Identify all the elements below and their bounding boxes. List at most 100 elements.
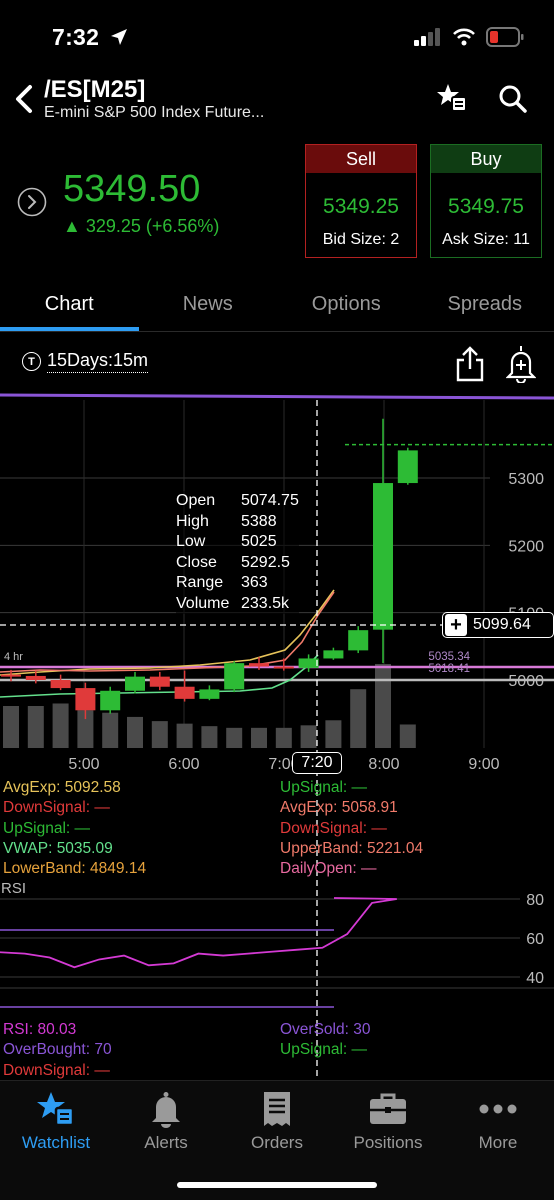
indicator-value: UpperBand: 5221.04 — [280, 839, 423, 859]
candle-body — [397, 450, 418, 484]
indicator-value: LowerBand: 4849.14 — [3, 859, 146, 879]
tooltip-row: Open 5074.75 — [176, 491, 299, 512]
volume-bar — [201, 726, 218, 748]
add-to-watchlist-button[interactable] — [436, 82, 468, 114]
crosshair-price-label[interactable]: + 5099.64 — [442, 612, 554, 638]
sell-button[interactable]: Sell 5349.25 Bid Size: 2 — [305, 144, 417, 258]
candle-body — [50, 680, 71, 689]
indicator-label: DownSignal: — [3, 1061, 95, 1079]
indicator-label: UpSignal: — [280, 779, 352, 796]
tooltip-value: 233.5k — [241, 594, 290, 612]
tab-alerts[interactable]: Alerts — [111, 1089, 221, 1153]
ohlc-tooltip: Open 5074.75 High 5388 Low 5025 Close 5292.5 Ran… — [176, 491, 299, 614]
indicator-number: 5221.04 — [367, 839, 424, 857]
session-label: 4 hr — [4, 651, 23, 663]
share-button[interactable] — [454, 345, 486, 383]
indicator-label: DownSignal: — [3, 799, 95, 817]
indicator-number: — — [360, 860, 377, 878]
tab-news[interactable]: News — [139, 280, 278, 331]
tab-spreads[interactable]: Spreads — [416, 280, 554, 331]
candle-body — [174, 686, 195, 699]
indicator-value: DailyOpen: — — [280, 859, 423, 879]
candle-body — [273, 666, 294, 669]
tooltip-label: Close — [176, 553, 217, 571]
tab-orders[interactable]: Orders — [222, 1089, 332, 1153]
candle-body — [25, 675, 46, 680]
tab-chart[interactable]: Chart — [0, 280, 139, 331]
tooltip-row: High 5388 — [176, 512, 299, 533]
indicator-value: DownSignal: — — [3, 1061, 112, 1081]
watchlist-star-icon — [37, 1092, 75, 1127]
indicator-label: DownSignal: — [280, 819, 372, 837]
candle-body — [1, 674, 21, 677]
indicator-label: AvgExp: — [3, 779, 65, 796]
add-order-icon: + — [445, 614, 467, 636]
candle-body — [298, 658, 319, 668]
indicator-number: 5035.09 — [56, 839, 113, 857]
tab-positions[interactable]: Positions — [333, 1089, 443, 1153]
indicator-value: OverSold: 30 — [280, 1020, 370, 1040]
home-indicator — [177, 1182, 377, 1188]
y-tick-label: 5300 — [508, 471, 544, 488]
expand-quote-button[interactable] — [17, 187, 47, 217]
tooltip-value: 5388 — [241, 512, 277, 530]
back-button[interactable] — [12, 84, 40, 114]
ellipsis-icon — [479, 1104, 517, 1114]
candle-body — [100, 690, 121, 711]
tooltip-label: Open — [176, 492, 216, 509]
indicator-number: — — [94, 799, 110, 817]
share-icon — [456, 346, 484, 382]
tooltip-row: Volume 233.5k — [176, 594, 299, 615]
receipt-icon — [264, 1092, 290, 1126]
cellular-signal-icon — [414, 28, 440, 46]
tab-options[interactable]: Options — [277, 280, 416, 331]
vwap-line — [0, 654, 319, 698]
timeframe-icon: T — [22, 352, 41, 371]
indicator-number: 4849.14 — [90, 860, 147, 878]
tooltip-label: High — [176, 512, 209, 530]
tooltip-label: Volume — [176, 594, 230, 612]
bid-size: Bid Size: 2 — [322, 231, 400, 248]
volume-bar — [300, 725, 317, 748]
indicator-label: UpSignal: — [280, 1041, 352, 1059]
volume-bar — [151, 721, 168, 748]
indicator-label: VWAP: — [3, 839, 57, 857]
rsi-tick-label: 40 — [526, 970, 544, 987]
indicator-legend-right: UpSignal: — AvgExp: 5058.91 DownSignal: — U… — [280, 778, 423, 879]
bell-icon — [152, 1092, 180, 1128]
y-tick-label: 5000 — [508, 673, 544, 690]
indicator-number: — — [74, 819, 91, 837]
x-tick-label: 5:00 — [68, 756, 99, 773]
battery-low-icon — [486, 27, 524, 47]
tab-watchlist[interactable]: Watchlist — [1, 1089, 111, 1153]
x-tick-label: 6:00 — [168, 756, 199, 773]
tooltip-row: Close 5292.5 — [176, 553, 299, 574]
volume-bar — [275, 727, 292, 748]
sell-label: Sell — [306, 145, 416, 173]
location-arrow-icon — [110, 29, 127, 45]
tab-more[interactable]: More — [443, 1089, 553, 1153]
price-chart[interactable]: 53005200510050005:006:007:008:009:005035… — [0, 385, 554, 1080]
rsi-line — [0, 897, 397, 969]
star-list-icon — [437, 84, 467, 112]
ask-size: Ask Size: 11 — [442, 231, 530, 248]
symbol-title: /ES[M25] — [44, 76, 146, 103]
buy-label: Buy — [431, 145, 541, 173]
volume-bar — [3, 706, 19, 748]
volume-bar — [226, 727, 243, 748]
search-button[interactable] — [498, 84, 528, 114]
indicator-label: DailyOpen: — [280, 860, 361, 878]
timeframe-selector[interactable]: T 15Days:15m — [22, 350, 149, 373]
volume-bar — [399, 724, 416, 748]
volume-bar — [127, 716, 143, 748]
tab-more-label: More — [478, 1133, 518, 1152]
rsi-legend-left: RSI: 80.03 OverBought: 70 DownSignal: — — [3, 1020, 112, 1081]
alert-button[interactable] — [505, 345, 537, 384]
buy-button[interactable]: Buy 5349.75 Ask Size: 11 — [430, 144, 542, 258]
indicator-number: 30 — [353, 1021, 371, 1038]
ask-price: 5349.75 — [448, 195, 524, 218]
candle-body — [249, 663, 269, 667]
indicator-number: 70 — [94, 1041, 112, 1059]
chevron-left-icon — [16, 85, 32, 113]
indicator-number: — — [351, 1041, 368, 1059]
